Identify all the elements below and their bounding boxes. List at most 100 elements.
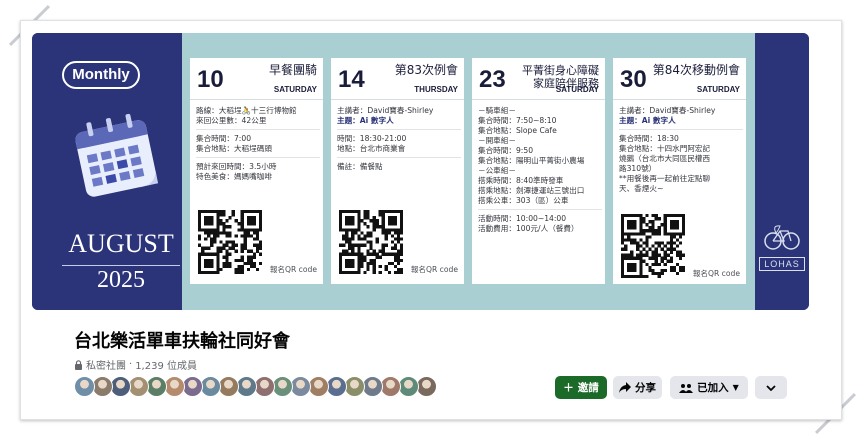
- people-icon: [679, 383, 694, 393]
- member-avatar[interactable]: [218, 376, 239, 397]
- member-avatars[interactable]: [74, 376, 437, 397]
- event-weekday: SATURDAY: [273, 85, 317, 94]
- cover-photo[interactable]: Monthly AUGUST 2025 10 早餐團騎 SATURDAY 路線：…: [32, 33, 809, 310]
- member-avatar[interactable]: [362, 376, 383, 397]
- bicycle-logo-icon: [764, 225, 800, 250]
- lohas-logo: LOHAS: [759, 223, 805, 271]
- event-weekday: THURSDAY: [414, 85, 458, 94]
- detail-line: 路310號）: [619, 164, 657, 173]
- event-title: 早餐團騎: [268, 63, 317, 77]
- detail-line: 特色美食：媽媽嘴咖啡: [196, 172, 272, 181]
- event-details: 路線：大稻埕🚴十三行博物館 來回公里數：42公里 集合時間：7:00 集合地點：大稻…: [196, 106, 320, 189]
- qr-label: 報名QR code: [269, 265, 317, 274]
- month-divider: [62, 265, 180, 266]
- event-weekday: SATURDAY: [555, 85, 599, 94]
- share-label: 分享: [635, 382, 656, 394]
- detail-line: 搭乘時間：8:40準時發車: [478, 176, 564, 185]
- month-label: AUGUST: [68, 229, 174, 258]
- detail-line: 主題：Ai 數字人: [619, 116, 676, 125]
- group-meta: 私密社團 · 1,239 位成員: [74, 357, 197, 372]
- member-avatar[interactable]: [200, 376, 221, 397]
- detail-line: 時間：18:30-21:00: [337, 134, 407, 143]
- event-card-30: 30 第84次移動例會 SATURDAY 主講者：David寶春-Shirley…: [613, 58, 746, 284]
- member-avatar[interactable]: [74, 376, 95, 397]
- member-avatar[interactable]: [272, 376, 293, 397]
- qr-label: 報名QR code: [692, 269, 740, 278]
- detail-line: －騎車組－: [478, 106, 516, 115]
- share-button[interactable]: 分享: [613, 376, 662, 399]
- event-card-header: 23 平菁街身心障礙家庭陪伴服務 SATURDAY: [472, 58, 605, 100]
- chevron-down-icon: [766, 384, 776, 391]
- more-options-button[interactable]: [755, 376, 787, 399]
- member-avatar[interactable]: [182, 376, 203, 397]
- detail-line: 集合地點：大稻埕碼頭: [196, 144, 272, 153]
- member-avatar[interactable]: [254, 376, 275, 397]
- year-label: 2025: [97, 267, 145, 293]
- member-avatar[interactable]: [398, 376, 419, 397]
- member-avatar[interactable]: [164, 376, 185, 397]
- invite-button[interactable]: ＋ 邀請: [555, 376, 607, 399]
- detail-line: 活動費用：100元/人（餐費）: [478, 224, 579, 233]
- share-arrow-icon: [619, 382, 631, 393]
- event-weekday: SATURDAY: [696, 85, 740, 94]
- calendar-icon: [75, 113, 159, 197]
- qr-code-icon: [198, 210, 262, 274]
- detail-line: 集合時間：7:50~8:10: [478, 116, 557, 125]
- member-count[interactable]: 1,239 位成員: [135, 357, 197, 372]
- member-avatar[interactable]: [290, 376, 311, 397]
- lohas-logo-text: LOHAS: [759, 257, 805, 271]
- event-card-header: 14 第83次例會 THURSDAY: [331, 58, 464, 100]
- member-avatar[interactable]: [416, 376, 437, 397]
- qr-code-icon: [621, 214, 685, 278]
- member-avatar[interactable]: [236, 376, 257, 397]
- event-card-10: 10 早餐團騎 SATURDAY 路線：大稻埕🚴十三行博物館 來回公里數：42公里…: [190, 58, 323, 284]
- monthly-badge: Monthly: [62, 61, 140, 89]
- detail-line: 天、香煙火~: [619, 184, 664, 193]
- plus-icon: ＋: [563, 382, 574, 394]
- event-title: 第84次移動例會: [652, 63, 740, 77]
- detail-line: 預計來回時間：3.5小時: [196, 162, 277, 171]
- detail-line: 主題：Ai 數字人: [337, 116, 394, 125]
- event-card-23: 23 平菁街身心障礙家庭陪伴服務 SATURDAY －騎車組－ 集合時間：7:5…: [472, 58, 605, 284]
- member-avatar[interactable]: [308, 376, 329, 397]
- detail-line: 集合時間：18:30: [619, 134, 679, 143]
- group-title[interactable]: 台北樂活單車扶輪社同好會: [74, 327, 290, 353]
- detail-line: 主講者：David寶春-Shirley: [619, 106, 716, 115]
- detail-line: 來回公里數：42公里: [196, 116, 267, 125]
- detail-line: 主講者：David寶春-Shirley: [337, 106, 434, 115]
- member-avatar[interactable]: [110, 376, 131, 397]
- detail-line: 集合地點：陽明山平菁街小農場: [478, 156, 585, 165]
- detail-line: －公車組－: [478, 166, 516, 175]
- event-details: 主講者：David寶春-Shirley 主題：Ai 數字人 時間：18:30-21…: [337, 106, 461, 179]
- meta-separator: ·: [129, 359, 133, 370]
- member-avatar[interactable]: [92, 376, 113, 397]
- caret-down-icon: ▼: [732, 383, 739, 392]
- event-day: 14: [338, 66, 365, 93]
- member-avatar[interactable]: [344, 376, 365, 397]
- qr-label: 報名QR code: [410, 265, 458, 274]
- detail-line: 搭乘公車：303（區）公車: [478, 196, 569, 205]
- member-avatar[interactable]: [380, 376, 401, 397]
- event-day: 23: [479, 66, 506, 93]
- invite-label: 邀請: [577, 382, 599, 394]
- member-avatar[interactable]: [146, 376, 167, 397]
- detail-line: **用餐後再一起前往定點聊: [619, 174, 711, 183]
- event-card-14: 14 第83次例會 THURSDAY 主講者：David寶春-Shirley 主題…: [331, 58, 464, 284]
- joined-button[interactable]: 已加入 ▼: [670, 376, 748, 399]
- qr-code-icon: [339, 210, 403, 274]
- member-avatar[interactable]: [128, 376, 149, 397]
- detail-line: 集合地點：十四水門阿宏記: [619, 144, 711, 153]
- privacy-label[interactable]: 私密社團: [86, 357, 126, 372]
- detail-line: 搭乘地點：劍潭捷運站三號出口: [478, 186, 585, 195]
- detail-line: 集合地點：Slope Cafe: [478, 126, 557, 135]
- detail-line: 燒鵝（台北市大同區民權西: [619, 154, 711, 163]
- event-details: 主講者：David寶春-Shirley 主題：Ai 數字人 集合時間：18:30 …: [619, 106, 743, 201]
- event-card-header: 10 早餐團騎 SATURDAY: [190, 58, 323, 100]
- detail-line: －開車組－: [478, 136, 516, 145]
- member-avatar[interactable]: [326, 376, 347, 397]
- event-day: 30: [620, 66, 647, 93]
- event-details: －騎車組－ 集合時間：7:50~8:10 集合地點：Slope Cafe －開車…: [478, 106, 602, 241]
- detail-line: 集合時間：7:00: [196, 134, 252, 143]
- detail-line: 地點：台北市商業會: [337, 144, 406, 153]
- detail-line: 路線：大稻埕🚴十三行博物館: [196, 106, 297, 115]
